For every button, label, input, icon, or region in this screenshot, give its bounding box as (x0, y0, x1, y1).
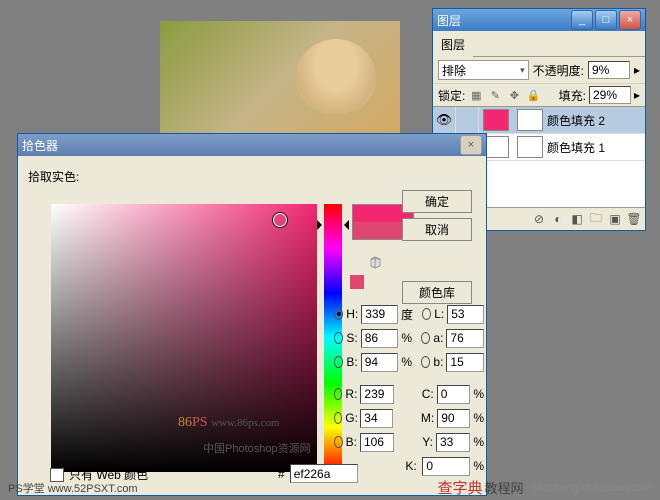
visibility-icon[interactable]: 👁 (433, 107, 456, 133)
tagline: 中国Photoshop资源网 (203, 440, 311, 456)
color-field[interactable] (51, 204, 317, 472)
cube-icon[interactable] (368, 255, 383, 270)
color-library-button[interactable]: 颜色库 (402, 281, 472, 304)
c-input[interactable]: 0 (437, 385, 471, 404)
footer-left: PS学堂 www.52PSXT.com (8, 480, 138, 496)
radio-a[interactable] (421, 332, 430, 344)
footer-url: jiaocheng.chazidian.com (532, 482, 652, 494)
picker-titlebar: 拾色器 × (18, 134, 486, 156)
footer-brand1: 查字典 (438, 477, 483, 498)
k-input[interactable]: 0 (422, 457, 470, 476)
b2-input[interactable]: 15 (446, 353, 484, 372)
trash-icon[interactable]: 🗑 (626, 211, 642, 227)
footer-brand2: 教程网 (485, 478, 524, 497)
r-input[interactable]: 239 (360, 385, 394, 404)
layer-name: 颜色填充 2 (547, 112, 605, 129)
lock-label: 锁定: (438, 87, 465, 104)
h-input[interactable]: 339 (361, 305, 398, 324)
s-input[interactable]: 86 (361, 329, 399, 348)
picker-title: 拾色器 (22, 137, 58, 154)
link-cell[interactable] (456, 107, 479, 133)
a-input[interactable]: 76 (446, 329, 484, 348)
radio-r[interactable] (334, 388, 342, 400)
color-cursor-icon (273, 213, 287, 227)
opacity-input[interactable]: 9% (588, 61, 630, 79)
maximize-button[interactable]: □ (595, 10, 617, 30)
layers-title: 图层 (437, 12, 461, 29)
layer-row[interactable]: 👁 颜色填充 2 (433, 107, 645, 134)
photo-canvas (160, 21, 400, 141)
layers-titlebar: 图层 _ □ × (433, 9, 645, 31)
radio-h[interactable] (334, 308, 343, 320)
fill-input[interactable]: 29% (589, 86, 631, 104)
lock-position-icon[interactable]: ✥ (506, 87, 522, 103)
minimize-button[interactable]: _ (571, 10, 593, 30)
blend-mode-select[interactable]: 排除 (438, 60, 529, 80)
bb-input[interactable]: 106 (360, 433, 394, 452)
adjustment-icon[interactable]: ◧ (569, 211, 585, 227)
color-values: H:339度 L:53 S:86% a:76 B:94% b:15 R:239 … (334, 302, 484, 478)
dropdown-arrow-icon[interactable]: ▸ (634, 63, 640, 77)
dropdown-arrow-icon[interactable]: ▸ (634, 88, 640, 102)
picker-subtitle: 拾取实色: (28, 168, 476, 185)
cancel-button[interactable]: 取消 (402, 218, 472, 241)
lock-pixels-icon[interactable]: ✎ (487, 87, 503, 103)
radio-s[interactable] (334, 332, 343, 344)
hue-pointer-right-icon (339, 220, 349, 230)
fx-icon[interactable]: ⊘ (531, 211, 547, 227)
radio-l[interactable] (422, 308, 431, 320)
l-input[interactable]: 53 (447, 305, 484, 324)
new-layer-icon[interactable]: ▣ (607, 211, 623, 227)
fill-label: 填充: (559, 87, 586, 104)
radio-g[interactable] (334, 412, 342, 424)
lock-all-icon[interactable]: 🔒 (525, 87, 541, 103)
b-input[interactable]: 94 (361, 353, 399, 372)
y-input[interactable]: 33 (436, 433, 470, 452)
close-button[interactable]: × (460, 135, 482, 155)
ok-button[interactable]: 确定 (402, 190, 472, 213)
radio-b2[interactable] (421, 356, 430, 368)
page-footer: PS学堂 www.52PSXT.com 查字典 教程网 jiaocheng.ch… (0, 477, 660, 498)
close-button[interactable]: × (619, 10, 641, 30)
radio-b[interactable] (334, 356, 343, 368)
lock-transparent-icon[interactable]: ▦ (468, 87, 484, 103)
radio-bb[interactable] (334, 436, 343, 448)
panel-tabs: 图层 (433, 31, 645, 57)
folder-icon[interactable]: 🗀 (588, 211, 604, 227)
g-input[interactable]: 34 (360, 409, 393, 428)
layer-name: 颜色填充 1 (547, 139, 605, 156)
m-input[interactable]: 90 (437, 409, 470, 428)
layer-mask-thumb (517, 109, 543, 131)
hue-pointer-left-icon (317, 220, 327, 230)
layer-mask-thumb (517, 136, 543, 158)
opacity-label: 不透明度: (533, 62, 584, 79)
layer-thumb (483, 109, 509, 131)
previous-swatch[interactable] (350, 275, 364, 289)
tab-layers[interactable]: 图层 (433, 33, 473, 57)
mask-icon[interactable]: ◐ (550, 211, 566, 227)
logo-86ps: 86PS www.86ps.com (178, 415, 279, 431)
